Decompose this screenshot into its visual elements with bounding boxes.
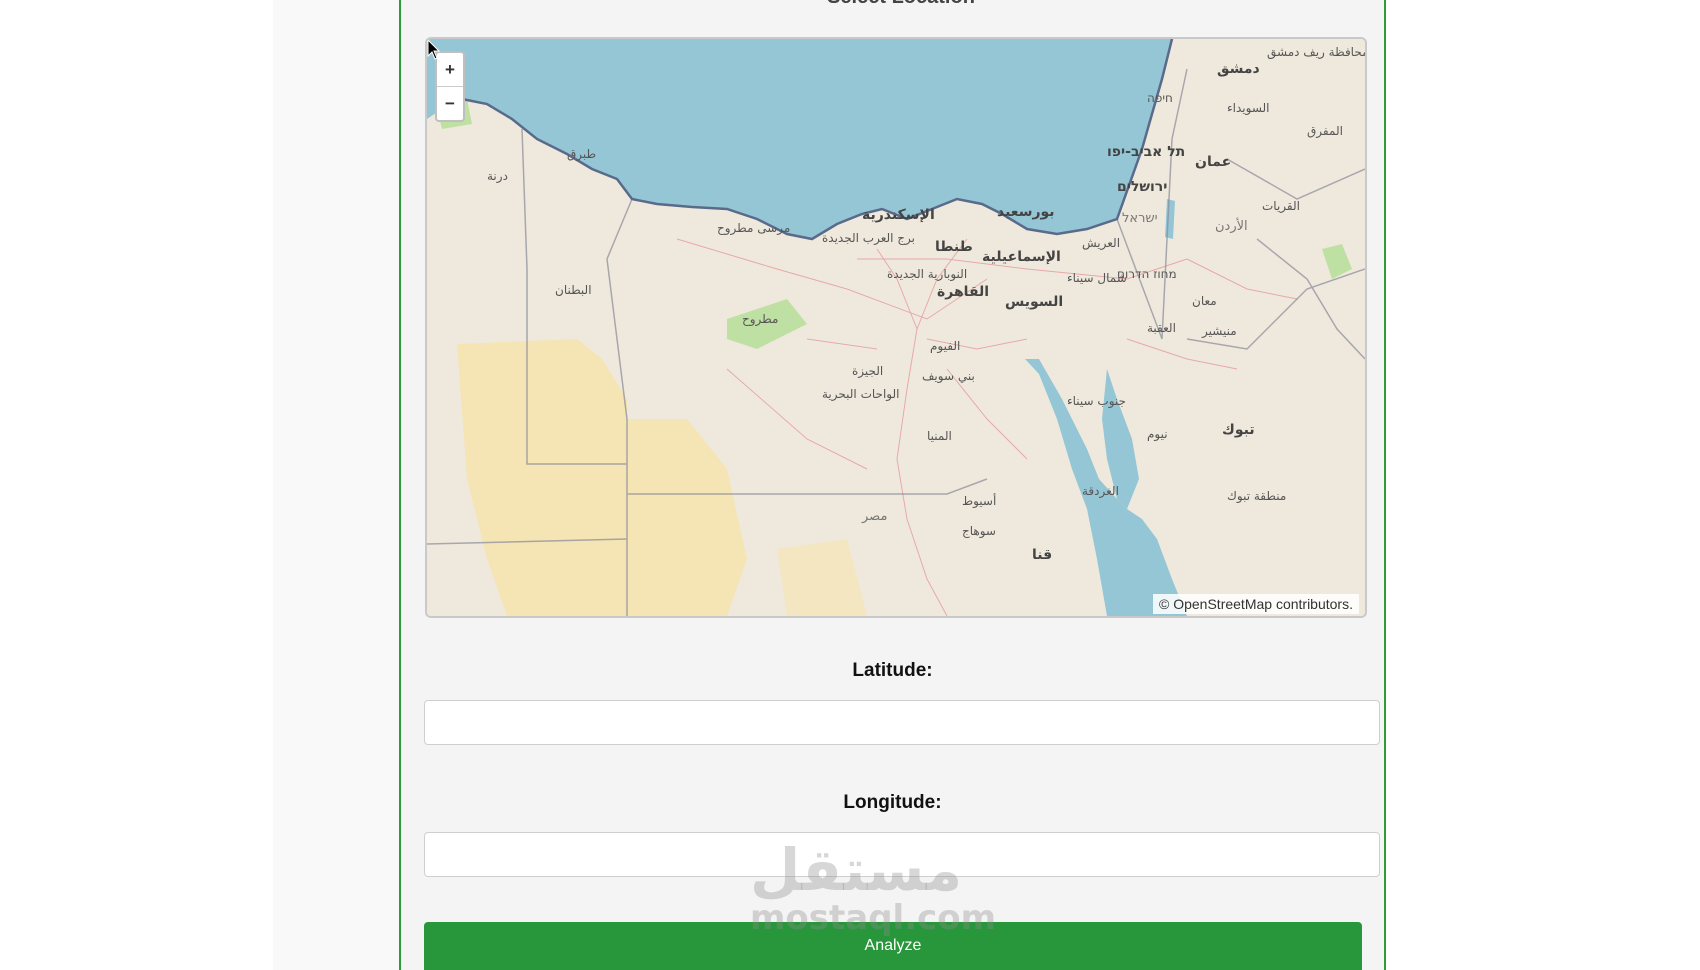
latitude-input[interactable] (424, 700, 1380, 745)
map-label-egypt: مصر (862, 509, 888, 524)
map-label-hurghada: الغردقة (1082, 484, 1119, 498)
map-label-mafraq: المفرق (1307, 124, 1343, 138)
map-label-asyut: أسيوط (962, 494, 997, 508)
latitude-label: Latitude: (852, 660, 933, 681)
map-label-suez: السويس (1005, 294, 1064, 310)
map-label-qena: قنا (1032, 547, 1053, 563)
map-label-tel-aviv: תל אביב-יפו (1107, 144, 1186, 160)
location-map[interactable]: دمشق محافظة ريف دمشق חיפה السويداء תל אב… (425, 37, 1367, 618)
page-background-left (0, 0, 273, 970)
longitude-label: Longitude: (843, 792, 942, 813)
map-label-beni-suef: بني سويف (922, 369, 975, 383)
map-label-qurayyat: القريات (1262, 199, 1300, 213)
map-label-sweida: السويداء (1227, 101, 1270, 115)
map-label-neom: نيوم (1147, 427, 1168, 441)
map-label-haifa: חיפה (1147, 91, 1173, 105)
map-label-mitzpe: מחוז הדרום (1117, 267, 1177, 281)
map-label-rif-damascus: محافظة ريف دمشق (1267, 45, 1367, 59)
map-label-borg-el-arab: برج العرب الجديدة (822, 231, 915, 245)
map-label-tobruk: طبرق (567, 147, 597, 161)
map-label-sohag: سوهاج (962, 524, 996, 538)
map-label-aqaba: العقبة (1147, 321, 1176, 335)
map-label-cairo: القاهرة (937, 284, 990, 300)
zoom-out-button[interactable]: − (437, 86, 463, 120)
map-attribution: © OpenStreetMap contributors. (1153, 594, 1359, 614)
copyright-symbol: © (1159, 596, 1170, 612)
map-label-port-said: بورسعيد (997, 204, 1055, 220)
map-label-damascus: دمشق (1217, 61, 1260, 77)
map-label-minya: المنيا (927, 429, 952, 443)
map-label-arish: العريش (1082, 236, 1121, 250)
map-label-tabuk-region: منطقة تبوك (1227, 489, 1287, 503)
map-label-wahat: الواحات البحرية (822, 387, 900, 401)
map-label-jordan: الأردن (1215, 219, 1248, 234)
map-label-butnan: البطنان (555, 283, 592, 297)
longitude-input[interactable] (424, 832, 1380, 877)
map-zoom-control: + − (435, 51, 465, 122)
openstreetmap-link[interactable]: OpenStreetMap (1173, 596, 1272, 612)
page-background-mid (273, 0, 399, 970)
analyze-button[interactable]: Analyze (424, 922, 1362, 970)
map-label-south-sinai: جنوب سيناء (1067, 394, 1126, 408)
map-label-ismailia: الإسماعيلية (982, 249, 1061, 265)
mouse-cursor-icon (427, 39, 441, 60)
map-label-jerusalem: ירושלים (1117, 179, 1168, 195)
map-label-mansheya: منيشير (1202, 324, 1237, 338)
map-label-marsa-matruh: مرسى مطروح (717, 221, 791, 235)
map-label-nubariya: النوبارية الجديدة (887, 267, 968, 281)
map-label-maan: معان (1192, 294, 1217, 308)
map-label-giza: الجيزة (852, 364, 884, 378)
attribution-suffix: contributors. (1272, 596, 1353, 612)
map-label-fayoum: الفيوم (930, 339, 961, 353)
page: Select Location (0, 0, 1700, 970)
map-label-amman: عمان (1195, 154, 1232, 170)
map-label-alexandria: الإسكندرية (862, 207, 935, 223)
map-label-tanta: طنطا (935, 239, 973, 255)
map-label-israel: ישראל (1122, 211, 1158, 226)
map-label-matruh: مطروح (742, 312, 779, 326)
page-title: Select Location (781, 0, 1021, 9)
map-label-derna: درنة (487, 169, 508, 183)
map-label-tabuk: تبوك (1222, 422, 1255, 438)
